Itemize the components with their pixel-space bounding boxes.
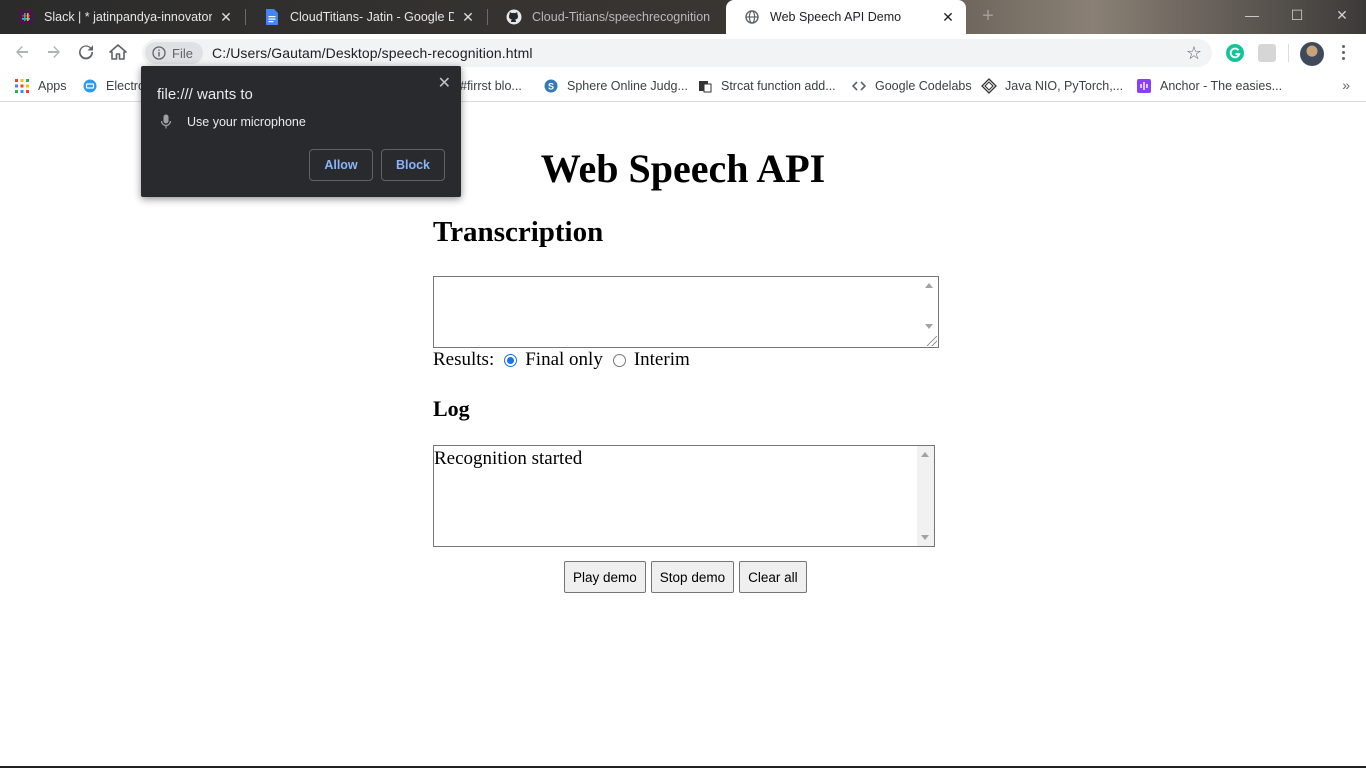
scroll-up-arrow-icon[interactable] bbox=[925, 283, 933, 288]
play-demo-button[interactable]: Play demo bbox=[564, 561, 646, 593]
tab-title: CloudTitians- Jatin - Google Docs bbox=[290, 10, 454, 24]
results-options: Results: Final only Interim bbox=[433, 348, 690, 372]
bookmark-label: Anchor - The easies... bbox=[1160, 79, 1283, 93]
close-tab-icon[interactable]: ✕ bbox=[460, 9, 476, 26]
tab-google-docs[interactable]: CloudTitians- Jatin - Google Docs ✕ bbox=[246, 0, 486, 34]
tab-title: Web Speech API Demo bbox=[770, 10, 902, 24]
bookmark-label: Google Codelabs bbox=[875, 79, 972, 93]
bookmark-java-nio[interactable]: Java NIO, PyTorch,... bbox=[981, 77, 1123, 95]
bookmark-electron[interactable]: Electro bbox=[82, 77, 145, 95]
bookmark-apps[interactable]: Apps bbox=[14, 77, 67, 95]
popup-title: file:/// wants to bbox=[157, 86, 253, 103]
bookmark-google-codelabs[interactable]: Google Codelabs bbox=[851, 77, 972, 95]
url-text[interactable]: C:/Users/Gautam/Desktop/speech-recogniti… bbox=[212, 45, 533, 61]
tab-strip: Slack | * jatinpandya-innovator | C ✕ Cl… bbox=[0, 0, 1366, 34]
bookmark-star-icon[interactable]: ☆ bbox=[1186, 43, 1202, 63]
diamond-icon bbox=[981, 78, 997, 94]
browser-toolbar: File C:/Users/Gautam/Desktop/speech-reco… bbox=[0, 34, 1366, 70]
site-info-chip[interactable]: File bbox=[145, 42, 203, 64]
transcription-heading: Transcription bbox=[433, 216, 604, 248]
log-heading: Log bbox=[433, 396, 470, 421]
microphone-permission-popup: file:/// wants to ✕ Use your microphone … bbox=[141, 66, 461, 197]
demo-buttons: Play demo Stop demo Clear all bbox=[564, 561, 812, 593]
page-icon bbox=[697, 78, 713, 94]
tab-web-speech-demo[interactable]: Web Speech API Demo ✕ bbox=[726, 0, 966, 34]
log-textarea[interactable]: Recognition started bbox=[433, 445, 935, 547]
bookmark-label: #firrst blo... bbox=[460, 79, 522, 93]
log-scrollbar[interactable] bbox=[917, 446, 934, 546]
menu-icon[interactable] bbox=[1336, 42, 1350, 62]
minimize-button[interactable]: — bbox=[1232, 4, 1272, 26]
reload-icon bbox=[79, 45, 94, 60]
github-icon bbox=[506, 9, 522, 25]
log-text: Recognition started bbox=[434, 448, 583, 469]
bookmark-label: Strcat function add... bbox=[721, 79, 836, 93]
bookmark-label: Sphere Online Judg... bbox=[567, 79, 688, 93]
bookmark-firrst-blog[interactable]: #firrst blo... bbox=[460, 77, 522, 95]
transcription-textarea[interactable] bbox=[433, 276, 939, 348]
block-button[interactable]: Block bbox=[381, 149, 445, 181]
scroll-down-arrow-icon[interactable] bbox=[921, 535, 929, 540]
tab-github[interactable]: Cloud-Titians/speechrecognition bbox=[488, 0, 728, 34]
allow-button[interactable]: Allow bbox=[309, 149, 373, 181]
close-window-button[interactable]: ✕ bbox=[1322, 4, 1362, 26]
bookmark-anchor[interactable]: Anchor - The easies... bbox=[1136, 77, 1282, 95]
resize-handle-icon[interactable] bbox=[927, 336, 937, 346]
address-bar[interactable]: File C:/Users/Gautam/Desktop/speech-reco… bbox=[142, 39, 1212, 67]
anchor-icon bbox=[1136, 78, 1152, 94]
close-tab-icon[interactable]: ✕ bbox=[940, 9, 956, 26]
bookmark-strcat[interactable]: Strcat function add... bbox=[697, 77, 836, 95]
bookmark-label: Electro bbox=[106, 79, 145, 93]
back-arrow-icon bbox=[16, 46, 28, 58]
close-icon[interactable]: ✕ bbox=[438, 73, 451, 93]
microphone-icon bbox=[160, 114, 172, 130]
bookmark-spoj[interactable]: S Sphere Online Judg... bbox=[543, 77, 688, 95]
tab-slack[interactable]: Slack | * jatinpandya-innovator | C ✕ bbox=[0, 0, 244, 34]
profile-avatar[interactable] bbox=[1300, 42, 1324, 66]
info-icon bbox=[152, 46, 166, 60]
close-tab-icon[interactable]: ✕ bbox=[218, 9, 234, 26]
apps-grid-icon bbox=[14, 78, 30, 94]
final-only-radio[interactable] bbox=[504, 353, 518, 367]
codelabs-icon bbox=[851, 78, 867, 94]
scroll-down-arrow-icon[interactable] bbox=[925, 324, 933, 329]
forward-button[interactable] bbox=[42, 40, 66, 64]
svg-text:S: S bbox=[548, 82, 554, 92]
tab-title: Slack | * jatinpandya-innovator | C bbox=[44, 10, 212, 24]
extension-icon[interactable] bbox=[1258, 44, 1276, 62]
bookmark-label: Java NIO, PyTorch,... bbox=[1005, 79, 1124, 93]
electron-icon bbox=[82, 78, 98, 94]
home-button[interactable] bbox=[106, 40, 130, 64]
home-icon bbox=[109, 44, 127, 60]
results-label: Results: bbox=[433, 349, 495, 370]
forward-arrow-icon bbox=[48, 46, 60, 58]
tab-title: Cloud-Titians/speechrecognition bbox=[532, 10, 711, 24]
back-button[interactable] bbox=[10, 40, 34, 64]
more-bookmarks-button[interactable]: » bbox=[1342, 77, 1350, 93]
clear-all-button[interactable]: Clear all bbox=[739, 561, 807, 593]
site-info-label: File bbox=[172, 45, 193, 61]
grammarly-extension-icon[interactable] bbox=[1226, 44, 1244, 62]
new-tab-button[interactable]: + bbox=[978, 6, 998, 26]
globe-icon bbox=[744, 9, 760, 25]
stop-demo-button[interactable]: Stop demo bbox=[650, 561, 735, 593]
page-content: Web Speech API Transcription Results: Fi… bbox=[0, 103, 1366, 766]
bookmark-label: Apps bbox=[38, 79, 67, 93]
scroll-up-arrow-icon[interactable] bbox=[921, 452, 929, 457]
interim-radio[interactable] bbox=[612, 353, 626, 367]
maximize-button[interactable]: ☐ bbox=[1277, 4, 1317, 26]
slack-icon bbox=[18, 9, 34, 25]
interim-label[interactable]: Interim bbox=[634, 349, 690, 371]
spoj-icon: S bbox=[543, 78, 559, 94]
final-only-label[interactable]: Final only bbox=[525, 349, 603, 371]
toolbar-divider bbox=[1288, 44, 1289, 62]
reload-button[interactable] bbox=[74, 40, 98, 64]
google-docs-icon bbox=[264, 9, 280, 25]
permission-text: Use your microphone bbox=[187, 115, 306, 129]
